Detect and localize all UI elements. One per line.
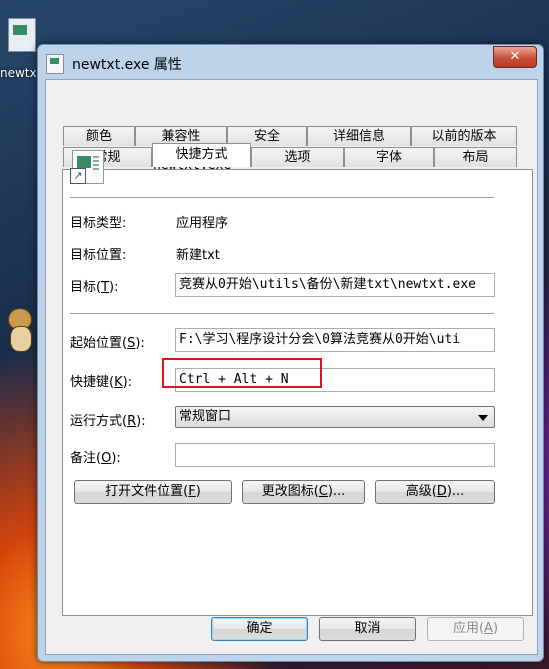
tab-layout[interactable]: 布局 [434, 147, 517, 167]
start-in-field[interactable]: F:\学习\程序设计分会\0算法竞赛从0开始\uti [175, 328, 495, 352]
shortcut-arrow-icon: ↗ [70, 168, 86, 184]
tab-shortcut[interactable]: 快捷方式 [152, 143, 251, 167]
properties-dialog: newtxt.exe 属性 ✕ 颜色 兼容性 安全 详细信息 以前的版本 常规 … [37, 44, 544, 662]
hotkey-label: 快捷键(K): [70, 375, 133, 390]
tab-font[interactable]: 字体 [344, 147, 434, 167]
target-location-label: 目标位置: [70, 248, 127, 263]
open-file-location-button[interactable]: 打开文件位置(F) [74, 480, 232, 504]
window-title: newtxt.exe 属性 [72, 57, 182, 73]
close-button[interactable]: ✕ [493, 46, 537, 68]
target-type-value: 应用程序 [176, 216, 229, 231]
change-icon-button[interactable]: 更改图标(C)... [242, 480, 365, 504]
desktop-pet-figure [0, 300, 38, 354]
title-bar[interactable]: newtxt.exe 属性 ✕ [38, 45, 543, 79]
target-field[interactable]: 竞赛从0开始\utils\备份\新建txt\newtxt.exe [175, 273, 495, 297]
separator [70, 313, 494, 314]
tab-previous-versions[interactable]: 以前的版本 [411, 126, 517, 146]
ok-button[interactable]: 确定 [211, 617, 308, 641]
advanced-button[interactable]: 高级(D)... [375, 480, 495, 504]
exe-icon [8, 18, 36, 52]
run-label: 运行方式(R): [70, 414, 146, 429]
target-label: 目标(T): [70, 280, 119, 295]
tab-options[interactable]: 选项 [251, 147, 344, 167]
cancel-button[interactable]: 取消 [319, 617, 416, 641]
app-icon [46, 54, 64, 74]
separator [70, 197, 494, 198]
run-select[interactable]: 常规窗口 [175, 406, 495, 428]
tab-details[interactable]: 详细信息 [307, 126, 411, 146]
start-in-label: 起始位置(S): [70, 336, 145, 351]
desktop-shortcut-icon[interactable] [8, 18, 36, 56]
program-icon: ↗ [70, 150, 104, 184]
comment-field[interactable] [175, 443, 495, 467]
tab-colors[interactable]: 颜色 [63, 126, 135, 146]
target-location-value: 新建txt [176, 248, 220, 263]
comment-label: 备注(O): [70, 451, 121, 466]
shortcut-panel [62, 169, 533, 616]
chevron-down-icon [478, 415, 488, 421]
hotkey-field[interactable]: Ctrl + Alt + N [175, 368, 495, 392]
run-select-value: 常规窗口 [179, 409, 232, 424]
desktop-icon-label: newtx [0, 66, 37, 80]
target-type-label: 目标类型: [70, 216, 127, 231]
apply-button[interactable]: 应用(A) [427, 617, 524, 641]
